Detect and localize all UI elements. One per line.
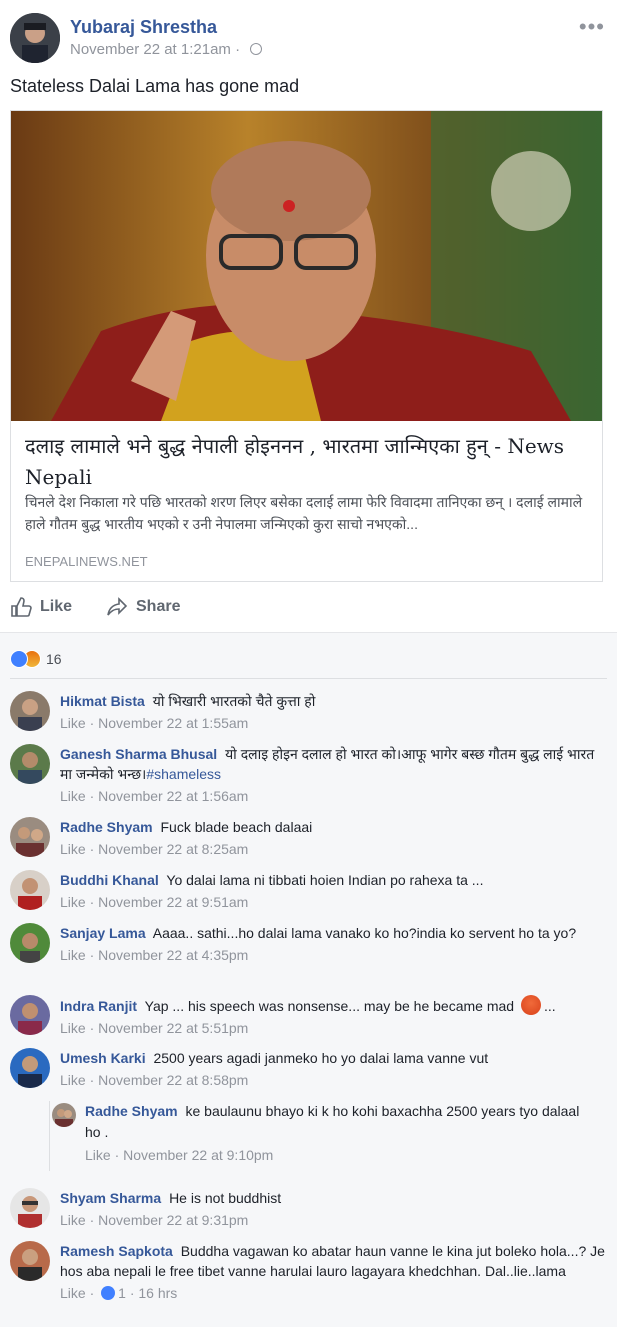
like-reaction-icon: [10, 650, 28, 668]
author-avatar[interactable]: [10, 13, 60, 63]
comment-text: 2500 years agadi janmeko ho yo dalai lam…: [153, 1050, 489, 1066]
commenter-avatar[interactable]: [10, 923, 50, 963]
meta-separator: ·: [114, 1147, 120, 1163]
comment-time[interactable]: November 22 at 8:58pm: [98, 1072, 248, 1088]
globe-icon: [250, 43, 263, 55]
commenter-name[interactable]: Shyam Sharma: [60, 1190, 161, 1206]
commenter-avatar[interactable]: [10, 1241, 50, 1281]
link-description: चिनले देश निकाला गरे पछि भारतको शरण लिएर…: [25, 494, 583, 532]
commenter-avatar[interactable]: [10, 995, 50, 1035]
comment-text: Aaaa.. sathi...ho dalai lama vanako ko h…: [152, 925, 577, 941]
reactions-summary[interactable]: 16: [10, 649, 62, 669]
commenter-avatar[interactable]: [10, 1188, 50, 1228]
meta-separator: ·: [89, 1285, 95, 1301]
commenter-name[interactable]: Radhe Shyam: [60, 819, 153, 835]
meta-separator: ·: [89, 841, 95, 857]
divider: [10, 678, 607, 679]
like-reaction-icon: [101, 1286, 116, 1300]
meta-separator: ·: [89, 1020, 95, 1036]
link-title[interactable]: दलाइ लामाले भने बुद्ध नेपाली होइननन , भा…: [25, 431, 595, 493]
meta-separator: ·: [89, 1072, 95, 1088]
commenter-name[interactable]: Sanjay Lama: [60, 925, 146, 941]
comment-like-link[interactable]: Like: [60, 1285, 86, 1301]
post-timestamp[interactable]: November 22 at 1:21am: [70, 41, 231, 58]
commenter-name[interactable]: Indra Ranjit: [60, 998, 137, 1014]
meta-separator: ·: [129, 1285, 135, 1301]
reply-like-link[interactable]: Like: [85, 1147, 111, 1163]
share-button[interactable]: Share: [106, 590, 180, 624]
meta-separator: ·: [89, 947, 95, 963]
more-dots-icon[interactable]: •••: [579, 14, 605, 40]
commenter-name[interactable]: Ramesh Sapkota: [60, 1243, 173, 1259]
link-domain: ENEPALINEWS.NET: [25, 554, 148, 569]
comments-section: 16 Hikmat Bista यो भिखारी भारतको चैते कु…: [0, 632, 617, 1327]
comment-time[interactable]: November 22 at 5:51pm: [98, 1020, 248, 1036]
comment-like-link[interactable]: Like: [60, 715, 86, 731]
like-button[interactable]: Like: [10, 590, 72, 624]
comment-text: Yo dalai lama ni tibbati hoien Indian po…: [166, 872, 484, 888]
author-avatar-image: [10, 13, 60, 63]
like-label: Like: [40, 598, 73, 615]
comment-time[interactable]: November 22 at 8:25am: [98, 841, 248, 857]
comment-like-link[interactable]: Like: [60, 788, 86, 804]
comment-text: Fuck blade beach dalaai: [160, 819, 313, 835]
reaction-count: 16: [46, 651, 62, 667]
commenter-name[interactable]: Hikmat Bista: [60, 693, 145, 709]
meta-separator: ·: [89, 788, 95, 804]
reply-time[interactable]: November 22 at 9:10pm: [123, 1147, 273, 1163]
comment-text: He is not buddhist: [169, 1190, 282, 1206]
post-actions: Like Share: [0, 590, 617, 626]
commenter-avatar[interactable]: [10, 744, 50, 784]
commenter-avatar[interactable]: [10, 1048, 50, 1088]
commenter-avatar[interactable]: [10, 691, 50, 731]
reply-thread: Radhe Shyam ke baulaunu bhayo ki k ho ko…: [49, 1101, 609, 1171]
comment-text: यो भिखारी भारतको चैते कुत्ता हो: [152, 693, 316, 709]
link-preview-image[interactable]: [11, 111, 602, 421]
hashtag-link[interactable]: #shameless: [146, 766, 221, 782]
author-name[interactable]: Yubaraj Shrestha: [70, 17, 217, 38]
reply-author-name[interactable]: Radhe Shyam: [85, 1103, 178, 1119]
share-arrow-icon: [107, 597, 128, 616]
comment-text: Yap ... his speech was nonsense... may b…: [144, 998, 515, 1014]
commenter-name[interactable]: Buddhi Khanal: [60, 872, 159, 888]
commenter-avatar[interactable]: [10, 870, 50, 910]
link-preview[interactable]: दलाइ लामाले भने बुद्ध नेपाली होइननन , भा…: [10, 110, 603, 582]
comment-like-link[interactable]: Like: [60, 1020, 86, 1036]
comment-time[interactable]: November 22 at 9:51am: [98, 894, 248, 910]
share-label: Share: [136, 598, 181, 615]
reply-avatar[interactable]: [52, 1103, 76, 1127]
comment-time[interactable]: November 22 at 9:31pm: [98, 1212, 248, 1228]
post-text: Stateless Dalai Lama has gone mad: [10, 76, 300, 96]
thumbs-up-icon: [11, 597, 32, 617]
meta-separator: ·: [89, 1212, 95, 1228]
comment-like-count[interactable]: 1: [118, 1285, 126, 1301]
comment-like-link[interactable]: Like: [60, 947, 86, 963]
commenter-name[interactable]: Ganesh Sharma Bhusal: [60, 746, 217, 762]
post-header: Yubaraj Shrestha November 22 at 1:21am ·…: [0, 0, 617, 70]
comment-like-link[interactable]: Like: [60, 894, 86, 910]
angry-face-emoji-icon: [520, 995, 541, 1015]
comment-time[interactable]: November 22 at 4:35pm: [98, 947, 248, 963]
meta-separator: ·: [89, 715, 95, 731]
comment-time[interactable]: November 22 at 1:56am: [98, 788, 248, 804]
meta-separator: ·: [235, 41, 241, 58]
meta-separator: ·: [89, 894, 95, 910]
comment-text-trail: ...: [543, 998, 556, 1014]
comment-like-link[interactable]: Like: [60, 841, 86, 857]
comment-time[interactable]: 16 hrs: [138, 1285, 177, 1301]
commenter-name[interactable]: Umesh Karki: [60, 1050, 146, 1066]
commenter-avatar[interactable]: [10, 817, 50, 857]
comment-like-link[interactable]: Like: [60, 1072, 86, 1088]
post-meta: November 22 at 1:21am ·: [70, 41, 263, 58]
comment-time[interactable]: November 22 at 1:55am: [98, 715, 248, 731]
comment-like-link[interactable]: Like: [60, 1212, 86, 1228]
